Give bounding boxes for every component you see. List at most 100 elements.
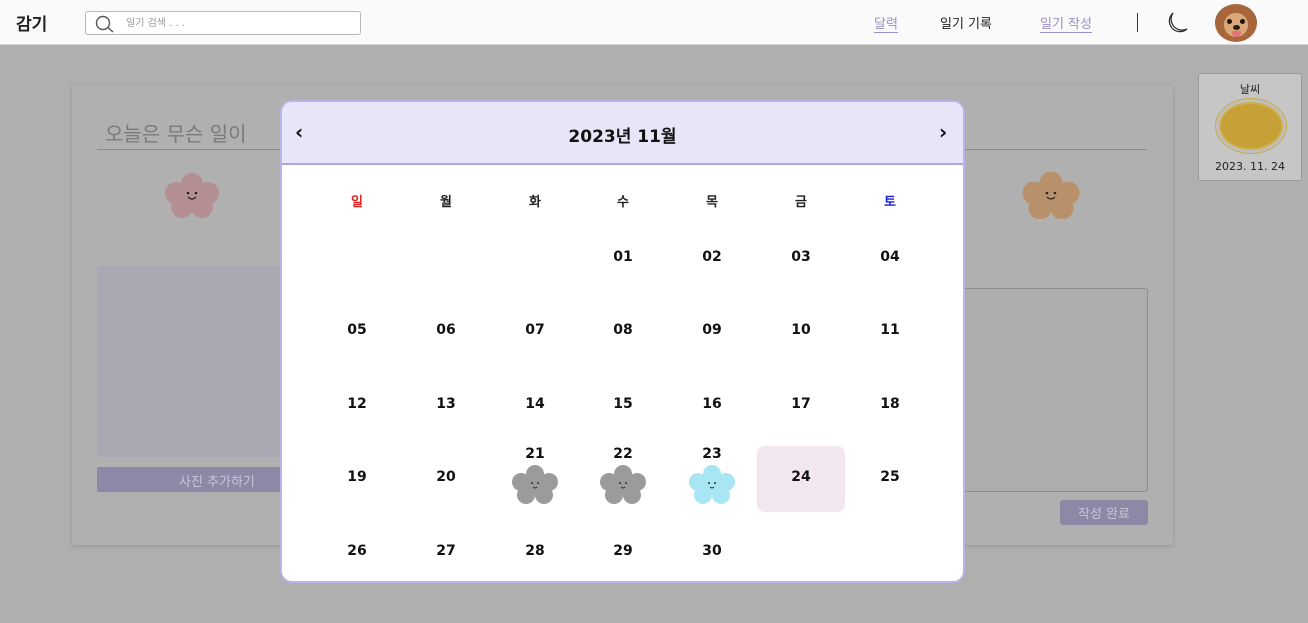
weekday-label: 수 (617, 195, 629, 210)
calendar-day[interactable]: 08 (579, 299, 667, 365)
orange-flower-icon[interactable] (1022, 171, 1080, 223)
calendar-day[interactable]: 22 (579, 446, 667, 512)
calendar-day[interactable]: 21 (491, 446, 579, 512)
calendar-day[interactable]: 06 (402, 299, 490, 365)
calendar-day[interactable]: 18 (846, 373, 934, 439)
calendar-day[interactable]: 14 (491, 373, 579, 439)
calendar-day-number: 03 (791, 249, 811, 265)
calendar-day[interactable]: 19 (313, 446, 401, 512)
calendar-day-number: 29 (613, 543, 633, 559)
calendar-day-number: 24 (791, 469, 811, 485)
calendar-day-number: 20 (436, 469, 456, 485)
calendar-day-number: 23 (702, 446, 722, 462)
avatar-eye (1240, 19, 1245, 24)
calendar-day[interactable]: 23 (668, 446, 756, 512)
search-input[interactable] (126, 15, 346, 31)
calendar-day-number: 25 (880, 469, 900, 485)
nav-calendar[interactable]: 달력 (874, 13, 898, 33)
calendar-day[interactable]: 02 (668, 226, 756, 292)
nav-divider (1137, 13, 1138, 32)
calendar-day[interactable]: 17 (757, 373, 845, 439)
calendar-title: 2023년 11월 (568, 127, 677, 147)
weekday-label: 월 (440, 195, 452, 210)
avatar[interactable] (1215, 4, 1257, 42)
calendar-day-number: 12 (347, 396, 367, 412)
diary-content-textarea[interactable] (960, 288, 1148, 492)
calendar-day-number: 27 (436, 543, 456, 559)
weather-date: 2023. 11. 24 (1215, 160, 1285, 173)
add-photo-label: 사진 추가하기 (179, 475, 255, 490)
calendar-day-number: 21 (525, 446, 545, 462)
calendar-modal: ‹ 2023년 11월 › 일 월 화 수 목 금 토 01 02 03 04 05 06 07 08 09 1… (280, 100, 965, 583)
calendar-day-number: 13 (436, 396, 456, 412)
blue-flower-icon (688, 464, 738, 508)
calendar-day[interactable]: 26 (313, 520, 401, 581)
avatar-tongue (1232, 31, 1241, 37)
weekday-label: 목 (706, 195, 718, 210)
calendar-day[interactable]: 05 (313, 299, 401, 365)
calendar-day-number: 22 (613, 446, 633, 462)
calendar-day-number: 02 (702, 249, 722, 265)
app-logo[interactable]: 감기 (16, 10, 47, 35)
calendar-day-number: 08 (613, 322, 633, 338)
calendar-day-number: 14 (525, 396, 545, 412)
calendar-day-number: 01 (613, 249, 633, 265)
nav-write[interactable]: 일기 작성 (1040, 13, 1092, 33)
calendar-day[interactable]: 13 (402, 373, 490, 439)
avatar-eye (1227, 19, 1232, 24)
diary-title-placeholder: 오늘은 무슨 일이 (105, 122, 247, 146)
submit-button[interactable]: 작성 완료 (1060, 500, 1148, 525)
calendar-day-number: 19 (347, 469, 367, 485)
calendar-day-today[interactable]: 24 (757, 446, 845, 512)
search-box[interactable] (85, 11, 361, 35)
calendar-day[interactable]: 07 (491, 299, 579, 365)
calendar-day-number: 11 (880, 322, 900, 338)
calendar-day-number: 06 (436, 322, 456, 338)
calendar-day[interactable]: 01 (579, 226, 667, 292)
calendar-day[interactable]: 20 (402, 446, 490, 512)
gray-flower-icon (511, 464, 561, 508)
submit-label: 작성 완료 (1078, 507, 1130, 522)
weekday-label: 토 (884, 195, 896, 210)
calendar-day-number: 26 (347, 543, 367, 559)
moon-icon[interactable] (1163, 11, 1193, 39)
search-icon (94, 15, 116, 37)
calendar-day-number: 16 (702, 396, 722, 412)
weather-widget: 날씨 2023. 11. 24 (1198, 73, 1302, 181)
calendar-day-number: 10 (791, 322, 811, 338)
calendar-day-number: 09 (702, 322, 722, 338)
nav-records[interactable]: 일기 기록 (940, 13, 992, 32)
calendar-day[interactable]: 04 (846, 226, 934, 292)
next-month-button[interactable]: › (939, 120, 947, 144)
calendar-day-number: 30 (702, 543, 722, 559)
calendar-day-number: 15 (613, 396, 633, 412)
weather-label: 날씨 (1239, 83, 1261, 96)
photo-preview (97, 266, 287, 457)
avatar-nose (1233, 25, 1240, 30)
calendar-day-number: 28 (525, 543, 545, 559)
top-header: 감기 달력 일기 기록 일기 작성 (0, 0, 1308, 45)
calendar-header: ‹ 2023년 11월 › (282, 102, 963, 165)
gray-flower-icon (599, 464, 649, 508)
calendar-day[interactable]: 09 (668, 299, 756, 365)
calendar-day-number: 04 (880, 249, 900, 265)
calendar-day-number: 07 (525, 322, 545, 338)
calendar-day[interactable]: 12 (313, 373, 401, 439)
calendar-day-number: 17 (791, 396, 811, 412)
calendar-day[interactable]: 16 (668, 373, 756, 439)
calendar-day[interactable]: 28 (491, 520, 579, 581)
calendar-day[interactable]: 30 (668, 520, 756, 581)
add-photo-button[interactable]: 사진 추가하기 (97, 467, 287, 492)
sun-icon (1219, 102, 1283, 150)
calendar-day[interactable]: 15 (579, 373, 667, 439)
calendar-day[interactable]: 10 (757, 299, 845, 365)
calendar-day[interactable]: 29 (579, 520, 667, 581)
weekday-label: 일 (351, 195, 363, 210)
calendar-day[interactable]: 27 (402, 520, 490, 581)
calendar-day-number: 05 (347, 322, 367, 338)
calendar-day[interactable]: 25 (846, 446, 934, 512)
calendar-day[interactable]: 03 (757, 226, 845, 292)
weekday-label: 금 (795, 195, 807, 210)
calendar-day[interactable]: 11 (846, 299, 934, 365)
pink-flower-icon[interactable] (165, 172, 219, 222)
